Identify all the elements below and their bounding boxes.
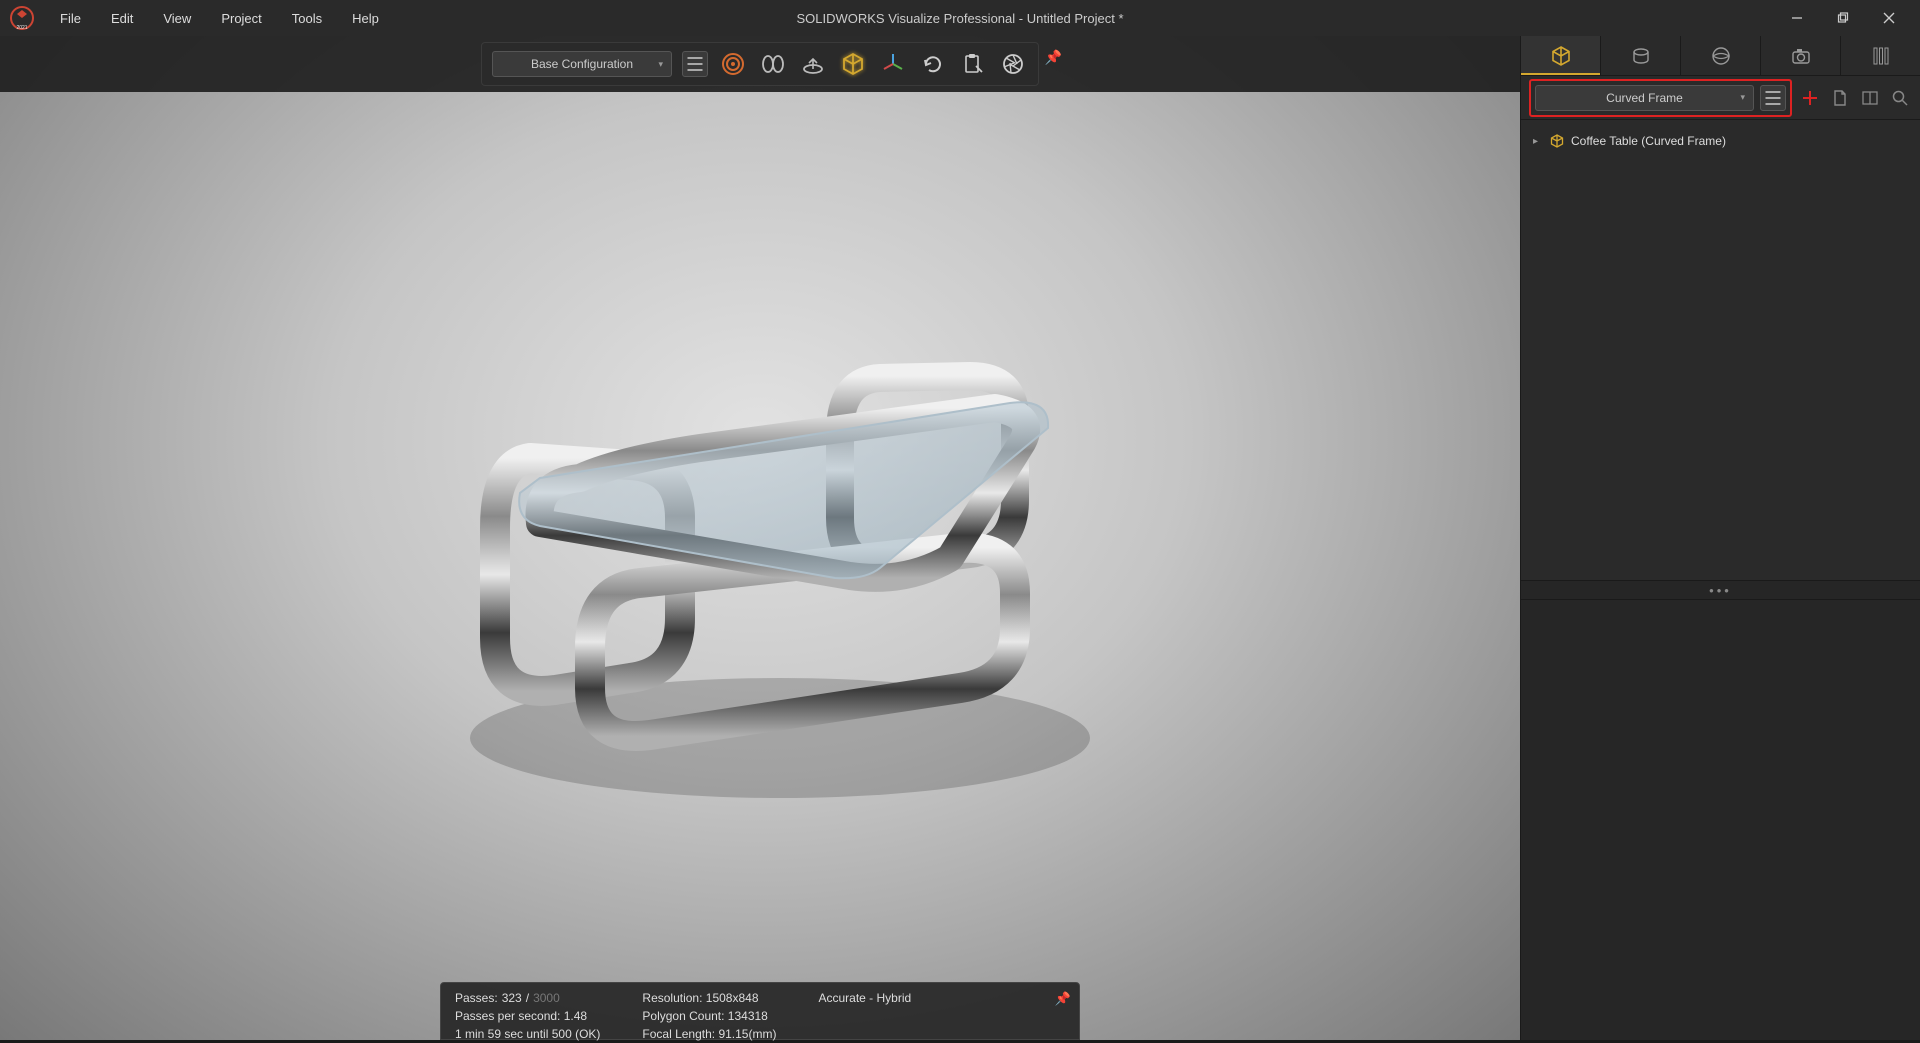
viewport[interactable]: Base Configuration ▾ 📌	[0, 36, 1520, 1040]
properties-splitter[interactable]: •••	[1521, 580, 1920, 600]
pin-icon[interactable]: 📌	[1045, 49, 1062, 66]
paste-icon[interactable]	[958, 49, 988, 79]
tree-item-label: Coffee Table (Curved Frame)	[1571, 134, 1726, 148]
aperture-icon[interactable]	[998, 49, 1028, 79]
model-config-dropdown[interactable]: Curved Frame ▾	[1535, 85, 1754, 111]
menu-file[interactable]: File	[46, 7, 95, 30]
model-config-list-button[interactable]	[1760, 85, 1786, 111]
axis-icon[interactable]	[878, 49, 908, 79]
highlighted-config-selector: Curved Frame ▾	[1529, 79, 1792, 117]
focal-readout: Focal Length: 91.15(mm)	[642, 1025, 776, 1043]
add-model-button[interactable]	[1798, 86, 1822, 110]
turntable-icon[interactable]	[798, 49, 828, 79]
close-button[interactable]	[1866, 0, 1912, 36]
tab-libraries[interactable]	[1841, 36, 1920, 75]
chevron-down-icon: ▾	[658, 59, 663, 70]
render-status-bar: Passes: 323 / 3000 Passes per second: 1.…	[440, 982, 1080, 1040]
configuration-list-button[interactable]	[682, 51, 708, 77]
window-buttons	[1774, 0, 1912, 36]
menu-view[interactable]: View	[149, 7, 205, 30]
model-config-label: Curved Frame	[1606, 91, 1683, 105]
render-target-icon[interactable]	[718, 49, 748, 79]
menu-help[interactable]: Help	[338, 7, 393, 30]
polycount-readout: Polygon Count: 134318	[642, 1007, 776, 1025]
menu-edit[interactable]: Edit	[97, 7, 147, 30]
maximize-button[interactable]	[1820, 0, 1866, 36]
viewport-render	[0, 36, 1520, 1040]
tab-scenes[interactable]	[1681, 36, 1761, 75]
tree-expand-icon[interactable]: ▸	[1533, 136, 1543, 147]
menu-tools[interactable]: Tools	[278, 7, 336, 30]
tab-appearances[interactable]	[1601, 36, 1681, 75]
panel-tabs	[1521, 36, 1920, 76]
viewport-toolbar-strip: Base Configuration ▾ 📌	[0, 36, 1520, 92]
symmetry-icon[interactable]	[758, 49, 788, 79]
tree-item-coffee-table[interactable]: ▸ Coffee Table (Curved Frame)	[1529, 130, 1912, 152]
rendered-model	[380, 268, 1140, 808]
chevron-down-icon: ▾	[1740, 92, 1745, 103]
panel-subtoolbar: Curved Frame ▾	[1521, 76, 1920, 120]
status-pin-icon[interactable]: 📌	[1055, 989, 1071, 1009]
split-view-icon[interactable]	[1858, 86, 1882, 110]
tab-cameras[interactable]	[1761, 36, 1841, 75]
resolution-readout: Resolution: 1508x848	[642, 989, 776, 1007]
menu-project[interactable]: Project	[207, 7, 275, 30]
model-tree: ▸ Coffee Table (Curved Frame)	[1521, 120, 1920, 580]
tab-models[interactable]	[1521, 36, 1601, 75]
new-file-icon[interactable]	[1828, 86, 1852, 110]
passes-readout: Passes: 323 / 3000	[455, 989, 600, 1007]
search-icon[interactable]	[1888, 86, 1912, 110]
configuration-label: Base Configuration	[531, 57, 633, 71]
model-cube-icon[interactable]	[838, 49, 868, 79]
svg-text:2021: 2021	[16, 25, 27, 30]
app-logo: 2021	[8, 4, 36, 32]
pps-readout: Passes per second: 1.48	[455, 1007, 600, 1025]
viewport-toolbar: Base Configuration ▾ 📌	[481, 42, 1039, 86]
titlebar: 2021 File Edit View Project Tools Help S…	[0, 0, 1920, 36]
window-title: SOLIDWORKS Visualize Professional - Unti…	[796, 11, 1123, 26]
reload-icon[interactable]	[918, 49, 948, 79]
minimize-button[interactable]	[1774, 0, 1820, 36]
model-icon	[1549, 133, 1565, 149]
properties-panel	[1521, 600, 1920, 1040]
menubar: File Edit View Project Tools Help	[46, 7, 393, 30]
side-panel: Curved Frame ▾ ▸ Coffee Table (Curved Fr…	[1520, 36, 1920, 1040]
configuration-dropdown[interactable]: Base Configuration ▾	[492, 51, 672, 77]
eta-readout: 1 min 59 sec until 500 (OK)	[455, 1025, 600, 1043]
render-mode-readout: Accurate - Hybrid	[818, 989, 911, 1007]
